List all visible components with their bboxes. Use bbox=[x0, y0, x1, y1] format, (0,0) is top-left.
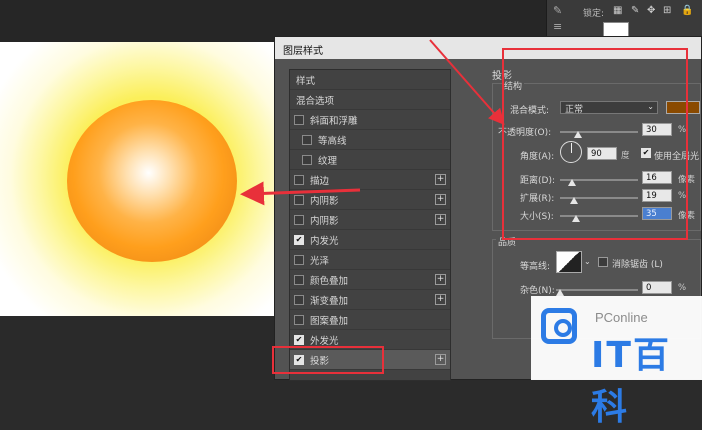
style-item-label: 外发光 bbox=[310, 335, 339, 347]
style-checkbox[interactable] bbox=[294, 194, 304, 205]
lock-all-icon[interactable]: 🔒 bbox=[681, 5, 693, 16]
style-item[interactable]: 描边 + bbox=[290, 170, 450, 190]
pconline-logo-icon bbox=[541, 308, 577, 344]
lock-artboard-icon[interactable]: ⊞ bbox=[663, 5, 671, 16]
add-style-icon[interactable]: + bbox=[435, 194, 446, 205]
style-item[interactable]: 纹理 bbox=[290, 150, 450, 170]
styles-list: 样式 混合选项 斜面和浮雕 等高线 纹理 描边 + 内阴影 + 内阴影 + ✔ 内发光 光泽 颜色叠加 + 渐变… bbox=[289, 69, 451, 381]
style-item-label: 颜色叠加 bbox=[310, 275, 349, 287]
style-item-label: 样式 bbox=[296, 75, 316, 87]
lock-brush-icon[interactable]: ✎ bbox=[631, 5, 639, 16]
watermark-big-text: IT百科 bbox=[591, 335, 671, 428]
style-item[interactable]: 内阴影 + bbox=[290, 190, 450, 210]
lock-pixels-icon[interactable]: ▦ bbox=[613, 5, 622, 16]
style-item-label: 纹理 bbox=[318, 155, 338, 167]
style-checkbox[interactable] bbox=[294, 174, 304, 185]
watermark-small-text: PConline bbox=[595, 310, 648, 325]
style-checkbox[interactable] bbox=[294, 274, 304, 285]
style-item-label: 内阴影 bbox=[310, 215, 339, 227]
style-checkbox[interactable]: ✔ bbox=[294, 334, 304, 345]
canvas-area bbox=[0, 42, 290, 316]
noise-unit: % bbox=[678, 283, 687, 293]
style-item[interactable]: 光泽 bbox=[290, 250, 450, 270]
style-item-label: 光泽 bbox=[310, 255, 330, 267]
contour-label: 等高线: bbox=[520, 262, 551, 272]
style-checkbox[interactable] bbox=[294, 114, 304, 125]
style-item-label: 图案叠加 bbox=[310, 315, 349, 327]
noise-slider-track[interactable] bbox=[556, 289, 638, 291]
style-item-label: 混合选项 bbox=[296, 95, 335, 107]
style-checkbox[interactable] bbox=[294, 254, 304, 265]
chevron-down-icon[interactable]: ⌄ bbox=[584, 257, 591, 266]
style-item[interactable]: 颜色叠加 + bbox=[290, 270, 450, 290]
contour-preview[interactable] bbox=[556, 251, 582, 273]
style-item[interactable]: 混合选项 bbox=[290, 90, 450, 110]
style-item[interactable]: 样式 bbox=[290, 70, 450, 90]
style-item[interactable]: 渐变叠加 + bbox=[290, 290, 450, 310]
style-item[interactable]: ✔ 内发光 bbox=[290, 230, 450, 250]
antialias-label: 消除锯齿 (L) bbox=[612, 260, 663, 270]
style-item[interactable]: 图案叠加 bbox=[290, 310, 450, 330]
add-style-icon[interactable]: + bbox=[435, 214, 446, 225]
style-checkbox[interactable] bbox=[294, 214, 304, 225]
style-item-label: 等高线 bbox=[318, 135, 347, 147]
add-style-icon[interactable]: + bbox=[435, 174, 446, 185]
workspace-background bbox=[0, 316, 290, 380]
lock-label: 锁定: bbox=[583, 9, 605, 19]
style-item-label: 描边 bbox=[310, 175, 330, 187]
noise-label: 杂色(N): bbox=[520, 286, 555, 296]
style-item[interactable]: 斜面和浮雕 bbox=[290, 110, 450, 130]
add-style-icon[interactable]: + bbox=[435, 354, 446, 365]
style-checkbox[interactable] bbox=[294, 314, 304, 325]
style-item-label: 渐变叠加 bbox=[310, 295, 349, 307]
add-style-icon[interactable]: + bbox=[435, 274, 446, 285]
style-item-label: 内阴影 bbox=[310, 195, 339, 207]
noise-input[interactable]: 0 bbox=[642, 281, 672, 294]
layers-panel-strip: ✎ ≡ 锁定: ▦ ✎ ✥ ⊞ 🔒 bbox=[546, 0, 702, 40]
style-item-label: 斜面和浮雕 bbox=[310, 115, 358, 127]
sun-shape bbox=[67, 100, 237, 262]
style-checkbox[interactable] bbox=[302, 134, 312, 145]
add-style-icon[interactable]: + bbox=[435, 294, 446, 305]
tool-icon[interactable]: ≡ bbox=[553, 20, 562, 33]
style-checkbox[interactable] bbox=[302, 154, 312, 165]
watermark: PConline IT百科 bbox=[531, 296, 702, 428]
brush-icon[interactable]: ✎ bbox=[553, 4, 562, 17]
highlight-box-settings bbox=[502, 48, 688, 240]
style-item[interactable]: 内阴影 + bbox=[290, 210, 450, 230]
lock-move-icon[interactable]: ✥ bbox=[647, 5, 655, 16]
style-checkbox[interactable]: ✔ bbox=[294, 234, 304, 245]
noise-slider-thumb[interactable] bbox=[556, 289, 564, 296]
highlight-box-drop-shadow bbox=[272, 346, 384, 374]
style-item-label: 内发光 bbox=[310, 235, 339, 247]
style-checkbox[interactable] bbox=[294, 294, 304, 305]
style-item[interactable]: 等高线 bbox=[290, 130, 450, 150]
antialias-checkbox[interactable] bbox=[598, 257, 608, 267]
